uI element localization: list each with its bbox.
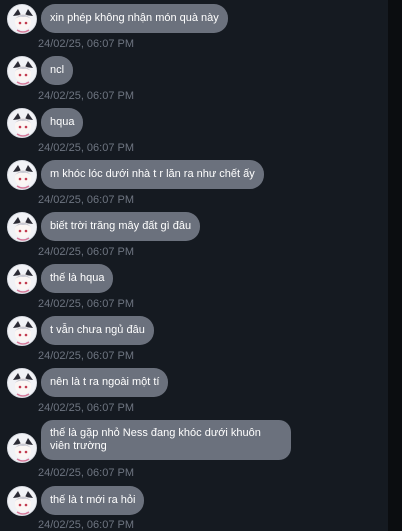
message-timestamp: 24/02/25, 06:07 PM [38, 298, 135, 310]
window-edge [388, 0, 402, 531]
user-avatar-icon[interactable] [7, 316, 37, 346]
user-avatar-icon[interactable] [7, 433, 37, 463]
message-bubble[interactable]: hqua [41, 108, 84, 137]
message-timestamp: 24/02/25, 06:07 PM [38, 38, 135, 50]
user-avatar-icon[interactable] [7, 160, 37, 190]
message-timestamp: 24/02/25, 06:07 PM [38, 246, 135, 258]
user-avatar-icon[interactable] [7, 212, 37, 242]
message-timestamp: 24/02/25, 06:07 PM [38, 194, 135, 206]
user-avatar-icon[interactable] [7, 4, 37, 34]
user-avatar-icon[interactable] [7, 108, 37, 138]
message-bubble[interactable]: xin phép không nhận món quà này [41, 4, 228, 33]
user-avatar-icon[interactable] [7, 368, 37, 398]
message-bubble[interactable]: thế là t mới ra hỏi [41, 486, 145, 515]
message-bubble[interactable]: ncl [41, 56, 74, 85]
message-bubble[interactable]: thế là hqua [41, 264, 114, 293]
chat-thread: xin phép không nhận món quà này 24/02/25… [0, 0, 388, 531]
message-timestamp: 24/02/25, 06:07 PM [38, 90, 135, 102]
message-timestamp: 24/02/25, 06:07 PM [38, 467, 135, 479]
user-avatar-icon[interactable] [7, 264, 37, 294]
message-timestamp: 24/02/25, 06:07 PM [38, 402, 135, 414]
message-timestamp: 24/02/25, 06:07 PM [38, 519, 135, 531]
message-bubble[interactable]: thế là gặp nhỏ Ness đang khóc dưới khuôn… [41, 420, 291, 460]
message-timestamp: 24/02/25, 06:07 PM [38, 142, 135, 154]
message-bubble[interactable]: t vẫn chưa ngủ đâu [41, 316, 154, 345]
message-timestamp: 24/02/25, 06:07 PM [38, 350, 135, 362]
message-bubble[interactable]: nên là t ra ngoài một tí [41, 368, 169, 397]
user-avatar-icon[interactable] [7, 486, 37, 516]
message-bubble[interactable]: m khóc lóc dưới nhà t r lăn ra như chết … [41, 160, 264, 189]
message-bubble[interactable]: biết trời trăng mây đất gì đâu [41, 212, 201, 241]
user-avatar-icon[interactable] [7, 56, 37, 86]
